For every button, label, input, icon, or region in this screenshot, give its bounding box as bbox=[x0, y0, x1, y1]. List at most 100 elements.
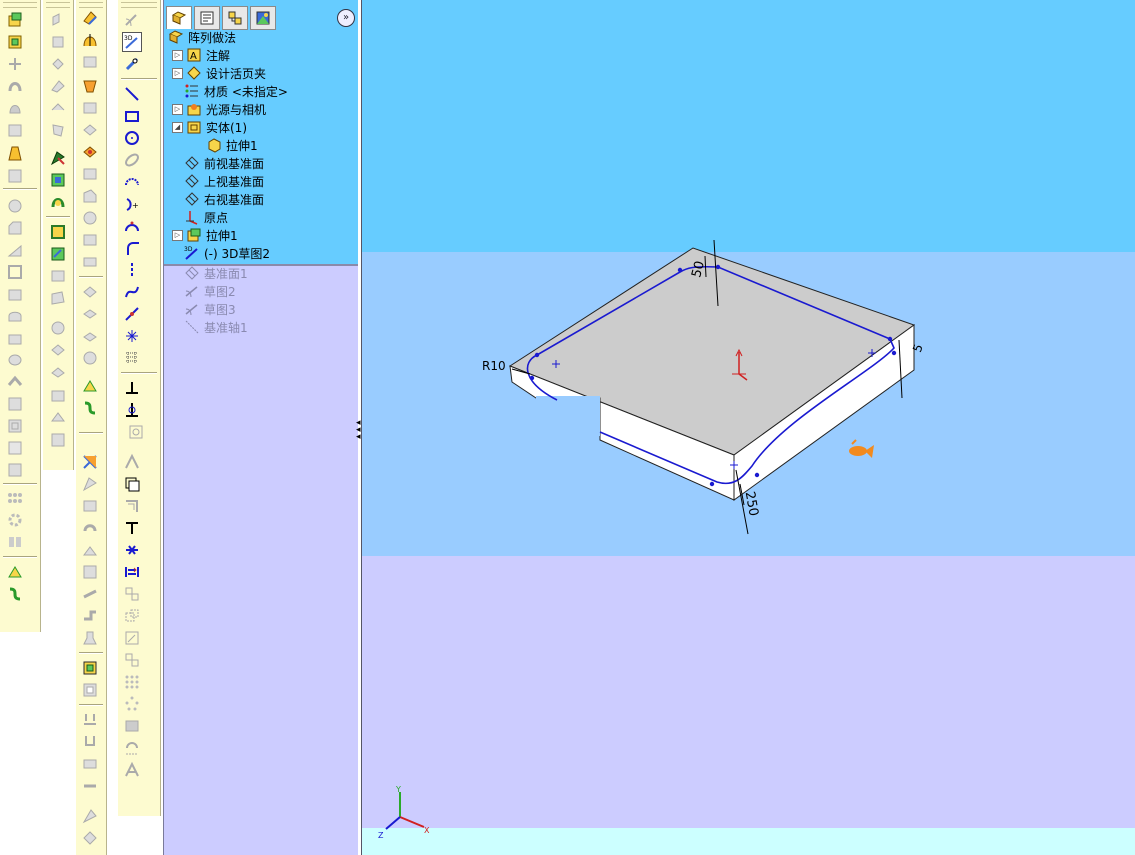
offset-surface-icon[interactable] bbox=[48, 170, 68, 190]
tree-item[interactable]: 上视基准面 bbox=[172, 172, 366, 190]
line-icon[interactable] bbox=[122, 84, 142, 104]
scale-icon[interactable] bbox=[80, 732, 100, 752]
no-bends-icon[interactable] bbox=[80, 326, 100, 346]
deform-icon[interactable] bbox=[5, 394, 25, 414]
copy-entities-icon[interactable] bbox=[122, 606, 142, 626]
tree-expander[interactable]: ◢ bbox=[172, 121, 183, 133]
linear-sketch-pattern-icon[interactable] bbox=[122, 672, 142, 692]
thickness-analysis-icon[interactable] bbox=[80, 806, 100, 826]
cut-extrude-icon[interactable] bbox=[5, 120, 25, 140]
replace-face-icon[interactable] bbox=[48, 362, 68, 382]
swept-surface-icon[interactable] bbox=[48, 54, 68, 74]
tree-item[interactable]: 拉伸1 bbox=[194, 136, 388, 154]
sketch-text-icon[interactable] bbox=[122, 760, 142, 780]
tab-configuration-manager[interactable] bbox=[222, 6, 248, 30]
rectangle-icon[interactable] bbox=[122, 106, 142, 126]
flatten-icon[interactable] bbox=[80, 304, 100, 324]
intersect-icon[interactable] bbox=[5, 328, 25, 348]
chamfer-icon[interactable] bbox=[5, 218, 25, 238]
planar-surface-icon[interactable] bbox=[48, 148, 68, 168]
break-corner-icon[interactable] bbox=[80, 186, 100, 206]
thicken-icon[interactable] bbox=[48, 430, 68, 450]
offset-entities-icon[interactable] bbox=[122, 452, 142, 472]
knit-surface-icon[interactable] bbox=[48, 318, 68, 338]
tree-expander[interactable]: ▷ bbox=[172, 49, 183, 61]
sweep-icon[interactable] bbox=[5, 54, 25, 74]
tree-expander[interactable]: ▷ bbox=[172, 229, 183, 241]
add-relation-icon[interactable] bbox=[122, 400, 142, 420]
tree-item[interactable]: ◢ 实体(1) bbox=[172, 118, 366, 136]
tree-item[interactable]: 原点 bbox=[172, 208, 366, 226]
untrim-surface-icon[interactable] bbox=[48, 288, 68, 308]
trim-surface-icon[interactable] bbox=[48, 266, 68, 286]
shut-off-icon[interactable] bbox=[80, 628, 100, 648]
tab-appearance-manager[interactable] bbox=[250, 6, 276, 30]
tree-expander[interactable]: ▷ bbox=[172, 67, 183, 79]
toolbar-grip[interactable] bbox=[46, 2, 70, 8]
gusset-icon[interactable] bbox=[80, 540, 100, 560]
rolled-back-item[interactable]: 草图3 bbox=[172, 300, 366, 318]
tree-item[interactable]: 材质 <未指定> bbox=[172, 82, 366, 100]
tab-property-manager[interactable] bbox=[194, 6, 220, 30]
circular-pattern-icon[interactable] bbox=[5, 510, 25, 530]
tab-feature-manager[interactable] bbox=[166, 6, 192, 29]
centerpoint-arc-icon[interactable] bbox=[122, 172, 142, 192]
ruled-surface-icon[interactable] bbox=[48, 192, 68, 212]
core-icon[interactable] bbox=[80, 658, 100, 678]
3-point-arc-icon[interactable] bbox=[122, 216, 142, 236]
jog-icon[interactable] bbox=[80, 98, 100, 118]
boundary-surface-icon[interactable] bbox=[48, 98, 68, 118]
delete-face-icon[interactable] bbox=[48, 340, 68, 360]
closed-corner-icon[interactable] bbox=[80, 142, 100, 162]
forming-tool-icon[interactable] bbox=[80, 208, 100, 228]
rip-icon[interactable] bbox=[80, 348, 100, 368]
extruded-surface-icon[interactable] bbox=[48, 10, 68, 30]
curves-icon[interactable] bbox=[5, 584, 25, 604]
ellipse-icon[interactable] bbox=[122, 150, 142, 170]
wrap-icon[interactable] bbox=[5, 284, 25, 304]
indent-icon[interactable] bbox=[5, 416, 25, 436]
tree-item[interactable]: ▷ 设计活页夹 bbox=[172, 64, 366, 82]
miter-flange-icon[interactable] bbox=[80, 52, 100, 72]
stretch-entities-icon[interactable] bbox=[122, 650, 142, 670]
sketched-bend-icon[interactable] bbox=[80, 120, 100, 140]
tree-root[interactable]: 阵列做法 bbox=[168, 28, 362, 46]
hole-wizard-icon[interactable] bbox=[5, 350, 25, 370]
draft-icon[interactable] bbox=[5, 144, 25, 164]
lofted-surface-icon[interactable] bbox=[48, 76, 68, 96]
sketch-fillet-icon[interactable] bbox=[122, 238, 142, 258]
hem-icon[interactable] bbox=[80, 76, 100, 96]
parting-surface-icon[interactable] bbox=[80, 828, 100, 848]
undercut-icon[interactable] bbox=[80, 754, 100, 774]
expand-panel-button[interactable]: » bbox=[337, 9, 355, 27]
rolled-back-item[interactable]: 草图2 bbox=[172, 282, 366, 300]
graphics-viewport[interactable]: 50 5 250 R10 Y X Z bbox=[361, 0, 1135, 855]
point-icon[interactable] bbox=[122, 304, 142, 324]
tree-item[interactable]: 右视基准面 bbox=[172, 190, 366, 208]
mold-icon[interactable] bbox=[80, 584, 100, 604]
fillet-bead-icon[interactable] bbox=[80, 562, 100, 582]
modify-sketch-icon[interactable] bbox=[122, 738, 142, 758]
mirror-entities-icon[interactable] bbox=[122, 422, 150, 442]
edge-flange-icon[interactable] bbox=[80, 30, 100, 50]
spline-icon[interactable] bbox=[122, 282, 142, 302]
scale-entities-icon[interactable] bbox=[122, 628, 142, 648]
move-entities-icon[interactable] bbox=[122, 562, 142, 582]
free-form-icon[interactable] bbox=[5, 438, 25, 458]
tree-item[interactable]: ▷ 拉伸1 bbox=[172, 226, 366, 244]
convert-entities-icon[interactable] bbox=[122, 474, 142, 494]
sketch-picture-icon[interactable] bbox=[122, 716, 142, 736]
linear-pattern-icon[interactable] bbox=[5, 488, 25, 508]
centerline-icon[interactable] bbox=[122, 260, 142, 280]
rib-icon[interactable] bbox=[5, 240, 25, 260]
filled-surface-icon[interactable] bbox=[48, 120, 68, 140]
unfold-icon[interactable] bbox=[80, 252, 100, 272]
trim-entities-icon[interactable] bbox=[122, 518, 142, 538]
welded-corner-icon[interactable] bbox=[80, 164, 100, 184]
fold-icon[interactable] bbox=[80, 282, 100, 302]
extend-surface-icon[interactable] bbox=[48, 244, 68, 264]
trim-extend-icon[interactable] bbox=[80, 496, 100, 516]
smart-dimension-icon[interactable] bbox=[122, 54, 142, 74]
delete-hole-icon[interactable] bbox=[48, 386, 68, 406]
tree-expander[interactable]: ▷ bbox=[172, 103, 183, 115]
